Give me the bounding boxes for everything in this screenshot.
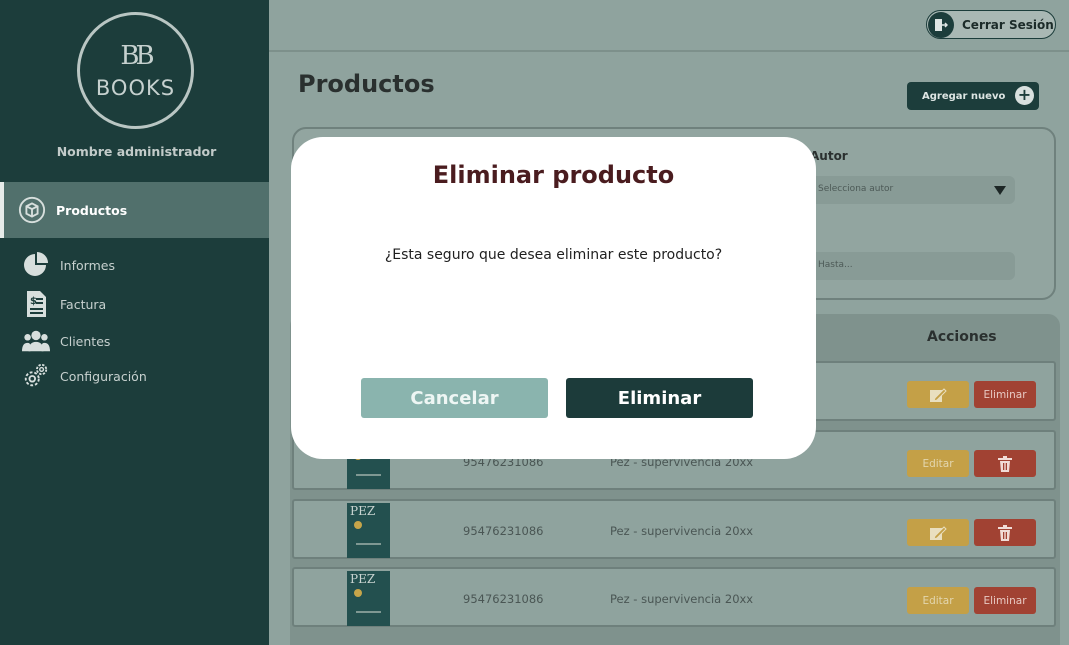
delete-confirm-dialog: Eliminar producto ¿Esta seguro que desea… — [291, 137, 816, 459]
sidebar-item-label: Informes — [60, 257, 115, 273]
cover-title: PEZ — [350, 572, 376, 586]
product-code: 95476231086 — [463, 524, 544, 538]
actions-column-header: Acciones — [927, 329, 997, 345]
edit-button[interactable] — [907, 381, 969, 408]
book-cover-image: PEZ — [347, 571, 390, 626]
brand-name: BOOKS — [95, 76, 176, 100]
cover-title: PEZ — [350, 504, 376, 518]
logout-button[interactable]: Cerrar Sesión — [926, 10, 1056, 39]
product-code: 95476231086 — [463, 592, 544, 606]
sidebar-item-productos[interactable]: Productos — [18, 196, 127, 224]
edit-label: Editar — [922, 457, 954, 470]
admin-name: Nombre administrador — [56, 144, 217, 159]
edit-button[interactable] — [907, 519, 969, 546]
invoice-icon: $ — [22, 290, 50, 318]
to-date-placeholder: Hasta... — [818, 260, 853, 270]
trash-icon — [998, 524, 1012, 541]
edit-button[interactable]: Editar — [907, 587, 969, 614]
sidebar-item-clientes[interactable]: Clientes — [22, 327, 110, 355]
sidebar-item-label: Productos — [56, 202, 128, 218]
delete-button[interactable]: Eliminar — [974, 587, 1036, 614]
edit-icon — [930, 525, 947, 540]
product-name: Pez - supervivencia 20xx — [610, 592, 754, 606]
delete-button[interactable] — [974, 450, 1036, 477]
trash-icon — [998, 455, 1012, 472]
author-select-placeholder: Selecciona autor — [818, 184, 894, 194]
delete-button[interactable]: Eliminar — [974, 381, 1036, 408]
author-select[interactable]: Selecciona autor — [809, 176, 1015, 204]
product-name: Pez - supervivencia 20xx — [610, 524, 754, 538]
edit-label: Editar — [922, 594, 954, 607]
box-icon — [18, 196, 46, 224]
book-cover-image: PEZ — [347, 503, 390, 558]
plus-icon: + — [1015, 86, 1034, 105]
delete-button[interactable] — [974, 519, 1036, 546]
confirm-delete-button[interactable]: Eliminar — [566, 378, 753, 418]
sidebar-item-informes[interactable]: Informes — [22, 251, 115, 279]
logout-icon — [928, 11, 954, 38]
edit-icon — [930, 387, 947, 402]
sidebar-item-factura[interactable]: $ Factura — [22, 290, 106, 318]
gear-icon — [22, 362, 50, 390]
sidebar-item-label: Clientes — [60, 333, 111, 349]
edit-button[interactable]: Editar — [907, 450, 969, 477]
sidebar: BB BOOKS Nombre administrador Productos … — [0, 0, 269, 645]
sidebar-item-label: Configuración — [60, 368, 147, 384]
brand-mark: BB — [120, 41, 154, 71]
page-title: Productos — [298, 70, 435, 98]
pie-chart-icon — [22, 251, 50, 279]
sidebar-item-label: Factura — [60, 296, 107, 312]
table-row: PEZ 95476231086 Pez - supervivencia 20xx — [292, 499, 1056, 559]
dialog-title: Eliminar producto — [432, 161, 675, 189]
chevron-down-icon — [994, 186, 1006, 195]
sidebar-item-configuracion[interactable]: Configuración — [22, 362, 147, 390]
dialog-message: ¿Esta seguro que desea eliminar este pro… — [384, 247, 723, 263]
table-row: PEZ 95476231086 Pez - supervivencia 20xx… — [292, 567, 1056, 627]
to-date-input[interactable]: Hasta... — [809, 252, 1015, 280]
add-new-button[interactable]: Agregar nuevo + — [907, 82, 1039, 110]
svg-text:$: $ — [30, 296, 37, 307]
logout-label: Cerrar Sesión — [962, 17, 1054, 32]
add-new-label: Agregar nuevo — [922, 90, 1006, 102]
cancel-button[interactable]: Cancelar — [361, 378, 548, 418]
delete-label: Eliminar — [983, 388, 1027, 401]
users-icon — [22, 327, 50, 355]
brand-logo: BB BOOKS — [77, 12, 194, 129]
delete-label: Eliminar — [983, 594, 1027, 607]
